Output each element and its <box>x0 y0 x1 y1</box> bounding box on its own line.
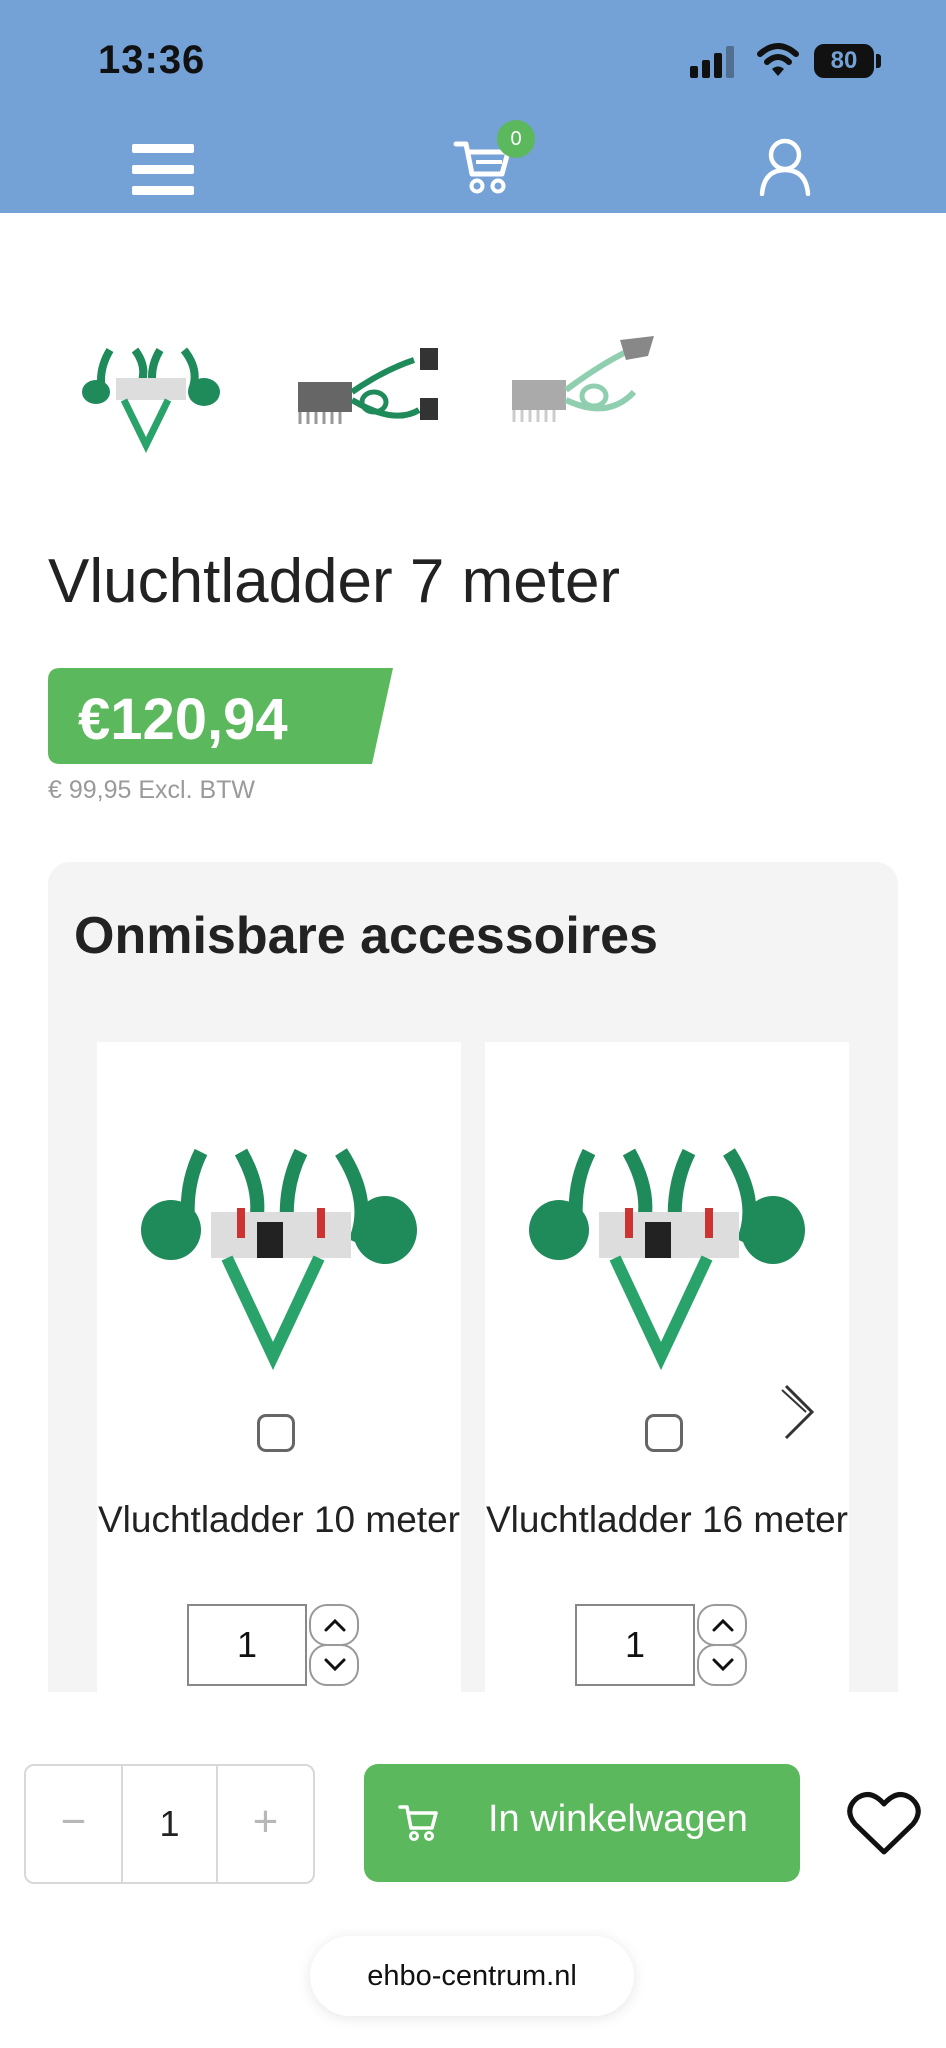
cart-icon <box>398 1802 440 1847</box>
battery-tip <box>876 54 881 68</box>
thumbnail-2[interactable] <box>294 330 444 460</box>
product-price: €120,94 <box>78 687 288 752</box>
browser-url-bar[interactable]: ehbo-centrum.nl <box>310 1936 634 2016</box>
chevron-right-icon[interactable] <box>778 1380 818 1444</box>
qty-up-button[interactable] <box>309 1604 359 1646</box>
price-excl-vat: € 99,95 Excl. BTW <box>48 776 256 804</box>
accessory-name: Vluchtladder 10 meter <box>98 1499 460 1540</box>
cart-count-badge: 0 <box>497 120 535 158</box>
accessory-qty-input[interactable]: 1 <box>187 1604 307 1686</box>
battery-level: 80 <box>830 47 858 74</box>
plus-icon: + <box>252 1797 279 1846</box>
add-to-cart-button[interactable]: In winkelwagen <box>364 1764 800 1882</box>
thumbnail-3[interactable] <box>508 330 658 460</box>
price-badge: €120,94 <box>48 668 393 764</box>
product-title: Vluchtladder 7 meter <box>48 547 621 616</box>
qty-down-button[interactable] <box>697 1644 747 1686</box>
accessory-checkbox[interactable] <box>257 1414 295 1452</box>
qty-up-button[interactable] <box>697 1604 747 1646</box>
user-icon[interactable] <box>758 138 812 197</box>
chevron-down-icon <box>324 1658 346 1672</box>
heart-icon[interactable] <box>846 1790 922 1858</box>
accessory-image <box>529 1112 805 1382</box>
minus-icon: − <box>60 1797 87 1846</box>
status-time: 13:36 <box>98 38 206 82</box>
qty-down-button[interactable] <box>309 1644 359 1686</box>
quantity-stepper: − 1 + <box>24 1764 315 1884</box>
quantity-input[interactable]: 1 <box>123 1766 218 1882</box>
accessory-card: Vluchtladder 16 meter 1 <box>485 1042 849 1692</box>
signal-icon <box>690 46 736 78</box>
add-to-cart-label: In winkelwagen <box>488 1798 748 1840</box>
chevron-up-icon <box>712 1618 734 1632</box>
quantity-decrease-button[interactable]: − <box>26 1766 123 1882</box>
chevron-down-icon <box>712 1658 734 1672</box>
thumbnail-1[interactable] <box>80 330 230 460</box>
accessory-image <box>141 1112 417 1382</box>
menu-icon[interactable] <box>132 144 194 196</box>
accessory-qty-input[interactable]: 1 <box>575 1604 695 1686</box>
accessory-name: Vluchtladder 16 meter <box>486 1499 848 1540</box>
top-header: 13:36 80 0 <box>0 0 946 213</box>
accessory-card: Vluchtladder 10 meter 1 <box>97 1042 461 1692</box>
accessories-title: Onmisbare accessoires <box>74 907 658 965</box>
accessory-checkbox[interactable] <box>645 1414 683 1452</box>
wifi-icon <box>756 40 800 80</box>
battery-icon: 80 <box>814 44 874 78</box>
chevron-up-icon <box>324 1618 346 1632</box>
quantity-increase-button[interactable]: + <box>218 1766 313 1882</box>
